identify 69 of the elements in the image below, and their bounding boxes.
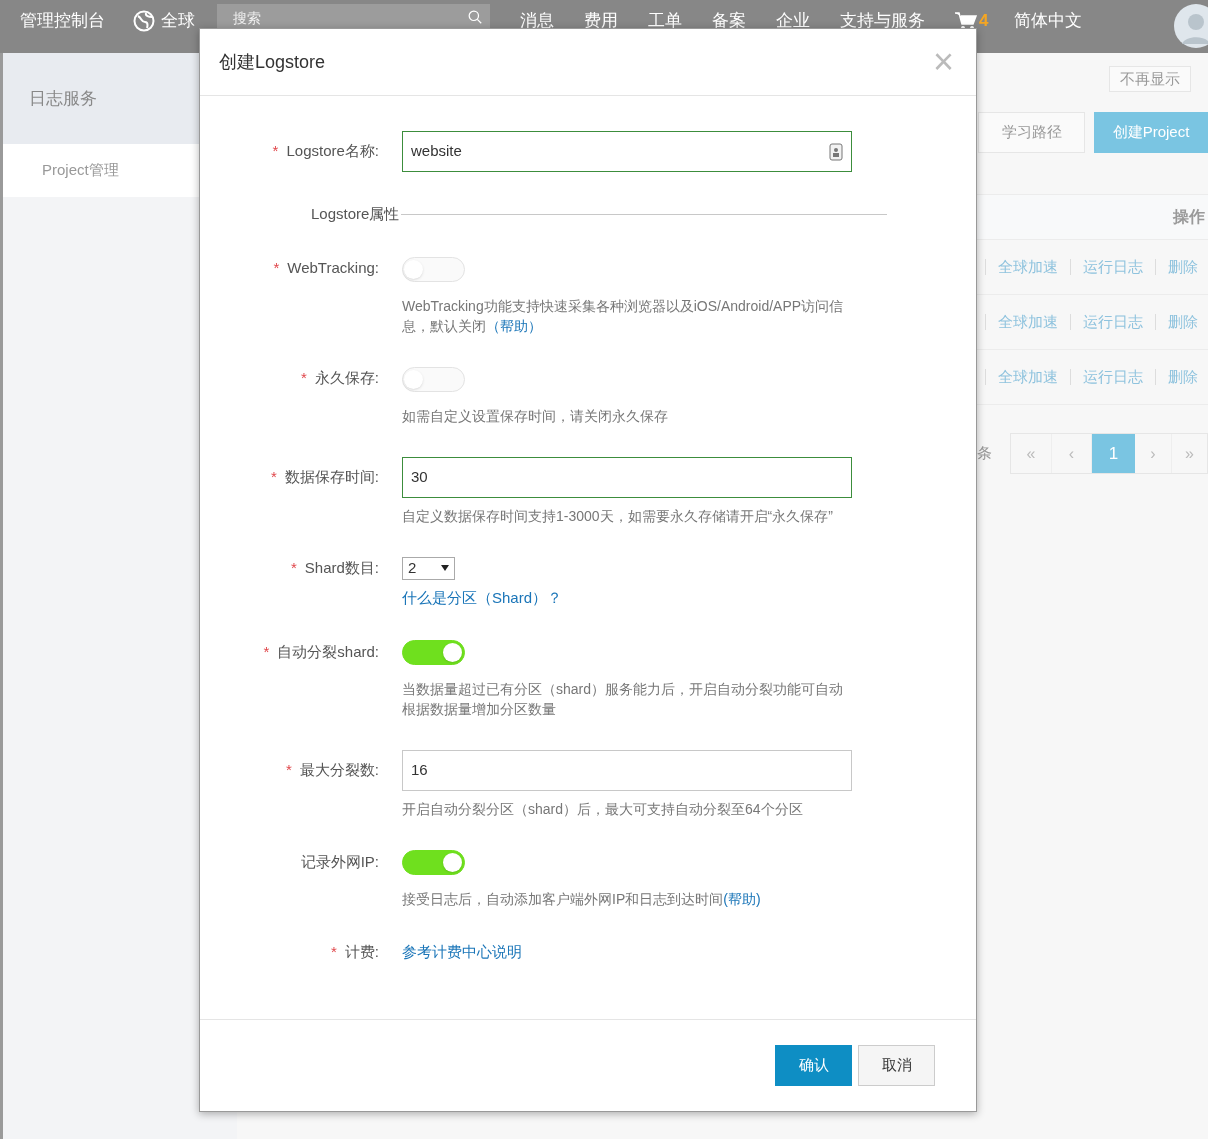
help-link[interactable]: 什么是分区（Shard）？: [402, 586, 563, 609]
action-link[interactable]: 运行日志: [1083, 310, 1143, 334]
help-text: WebTracking功能支持快速采集各种浏览器以及iOS/Android/APP访问信息，默认关闭（帮助）: [402, 296, 845, 336]
avatar-icon[interactable]: [1174, 4, 1208, 48]
close-button[interactable]: ×: [932, 44, 954, 80]
cart-icon[interactable]: [955, 10, 977, 31]
text-field[interactable]: 30: [402, 456, 852, 498]
field-label: 记录外网IP:: [300, 851, 379, 872]
caret-icon: [441, 565, 449, 571]
field-label: WebTracking:: [287, 258, 379, 279]
pricing-link[interactable]: 参考计费中心说明: [402, 940, 522, 964]
action-link[interactable]: 全球加速: [998, 255, 1058, 279]
help-text: 接受日志后，自动添加客户端外网IP和日志到达时间(帮助): [402, 890, 762, 909]
text-field[interactable]: website: [402, 131, 852, 172]
dismiss-button[interactable]: 不再显示: [1109, 66, 1191, 92]
toggle-switch[interactable]: [402, 366, 465, 392]
help-text: 自定义数据保存时间支持1-3000天，如需要永久存储请开启“永久保存”: [402, 506, 834, 526]
field-label: 最大分裂数:: [299, 760, 379, 781]
dialog-button[interactable]: 取消: [858, 1045, 935, 1086]
required-mark: *: [271, 466, 277, 487]
help-text: 开启自动分裂分区（shard）后，最大可支持自动分裂至64个分区: [402, 800, 804, 819]
field-label: 计费:: [344, 941, 379, 962]
action-link[interactable]: 删除: [1168, 365, 1198, 389]
required-mark: *: [273, 258, 280, 279]
sidebar-title: 日志服务: [29, 87, 97, 110]
page-button[interactable]: 1: [1092, 434, 1135, 473]
toolbar-button[interactable]: 创建Project: [1094, 112, 1208, 153]
section-title: Logstore属性: [311, 204, 400, 224]
required-mark: *: [272, 141, 279, 162]
action-link[interactable]: 全球加速: [998, 310, 1058, 334]
help-text: 如需自定义设置保存时间，请关闭永久保存: [402, 406, 669, 426]
field-label: 永久保存:: [314, 368, 379, 389]
action-link[interactable]: 删除: [1168, 255, 1198, 279]
pagination-summary: 条: [977, 443, 993, 464]
last-page-button[interactable]: »: [1172, 434, 1207, 473]
field-label: Logstore名称:: [286, 141, 379, 162]
required-mark: *: [290, 558, 297, 579]
console-title[interactable]: 管理控制台: [20, 8, 105, 34]
search-icon[interactable]: [468, 10, 482, 24]
dialog-title: 创建Logstore: [219, 50, 326, 74]
action-link[interactable]: 全球加速: [998, 365, 1058, 389]
next-page-button[interactable]: ›: [1135, 434, 1172, 473]
column-header: 操作: [1173, 207, 1205, 227]
globe-icon: [133, 9, 155, 32]
required-mark: *: [301, 368, 307, 389]
toggle-switch[interactable]: [402, 850, 465, 875]
contact-card-icon: [829, 142, 843, 161]
field-label: 数据保存时间:: [284, 466, 379, 487]
required-mark: *: [331, 941, 337, 962]
help-link[interactable]: (帮助): [723, 891, 761, 907]
toggle-switch[interactable]: [402, 256, 465, 282]
action-link[interactable]: 删除: [1168, 310, 1198, 334]
help-text: 当数据量超过已有分区（shard）服务能力后，开启自动分裂功能可自动根据数据量增加分区数量: [402, 680, 845, 719]
cart-count: 4: [979, 10, 989, 32]
required-mark: *: [263, 641, 270, 662]
first-page-button[interactable]: «: [1011, 434, 1052, 473]
text-field[interactable]: 16: [402, 750, 852, 791]
toggle-switch[interactable]: [402, 640, 465, 665]
field-label: 自动分裂shard:: [277, 641, 379, 662]
field-label: Shard数目:: [304, 558, 379, 579]
dialog-button[interactable]: 确认: [775, 1045, 852, 1086]
language-menu[interactable]: 简体中文: [1014, 8, 1083, 34]
toolbar-button[interactable]: 学习路径: [978, 112, 1085, 153]
region-label[interactable]: 全球: [161, 8, 195, 34]
required-mark: *: [286, 760, 292, 781]
help-link[interactable]: （帮助）: [486, 317, 542, 334]
select-dropdown[interactable]: 2: [402, 556, 455, 580]
action-link[interactable]: 运行日志: [1083, 365, 1143, 389]
action-link[interactable]: 运行日志: [1083, 255, 1143, 279]
